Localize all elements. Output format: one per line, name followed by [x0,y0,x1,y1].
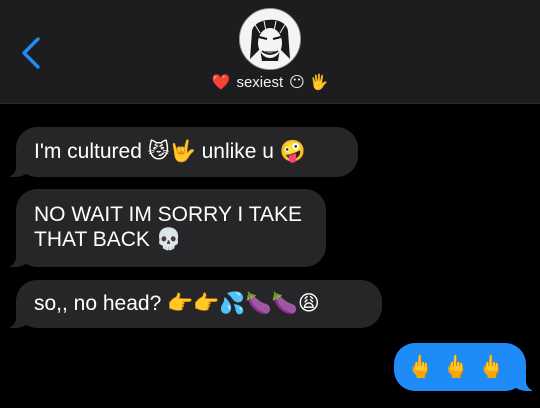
message-bubble-incoming-2[interactable]: NO WAIT IM SORRY I TAKE THAT BACK 💀 [4,189,326,267]
message-text: so,, no head? 👉👉💦🍆🍆😩 [34,292,320,315]
message-bubble-incoming-1[interactable]: I'm cultured 😼🤟 unlike u 🤪 [4,127,358,177]
message-bubble-outgoing-1[interactable]: 🖕🖕🖕 [394,343,538,391]
message-text: NO WAIT IM SORRY I TAKE THAT BACK 💀 [34,203,302,251]
contact-avatar[interactable] [239,8,301,70]
message-text: 🖕🖕🖕 [406,354,514,380]
conversation-header: ❤️ sexiest 😶 🖐 [0,0,540,104]
message-bubble-incoming-3[interactable]: so,, no head? 👉👉💦🍆🍆😩 [4,280,382,328]
contact-name: sexiest [236,73,284,91]
back-chevron-icon[interactable] [18,36,44,70]
name-suffix-emojis: 😶 🖐 [289,73,329,91]
contact-name-row[interactable]: ❤️ sexiest 😶 🖐 [0,73,540,91]
avatar-sketch-icon [240,9,300,69]
message-text: I'm cultured 😼🤟 unlike u 🤪 [34,140,306,163]
heart-emoji-icon: ❤️ [211,73,231,91]
